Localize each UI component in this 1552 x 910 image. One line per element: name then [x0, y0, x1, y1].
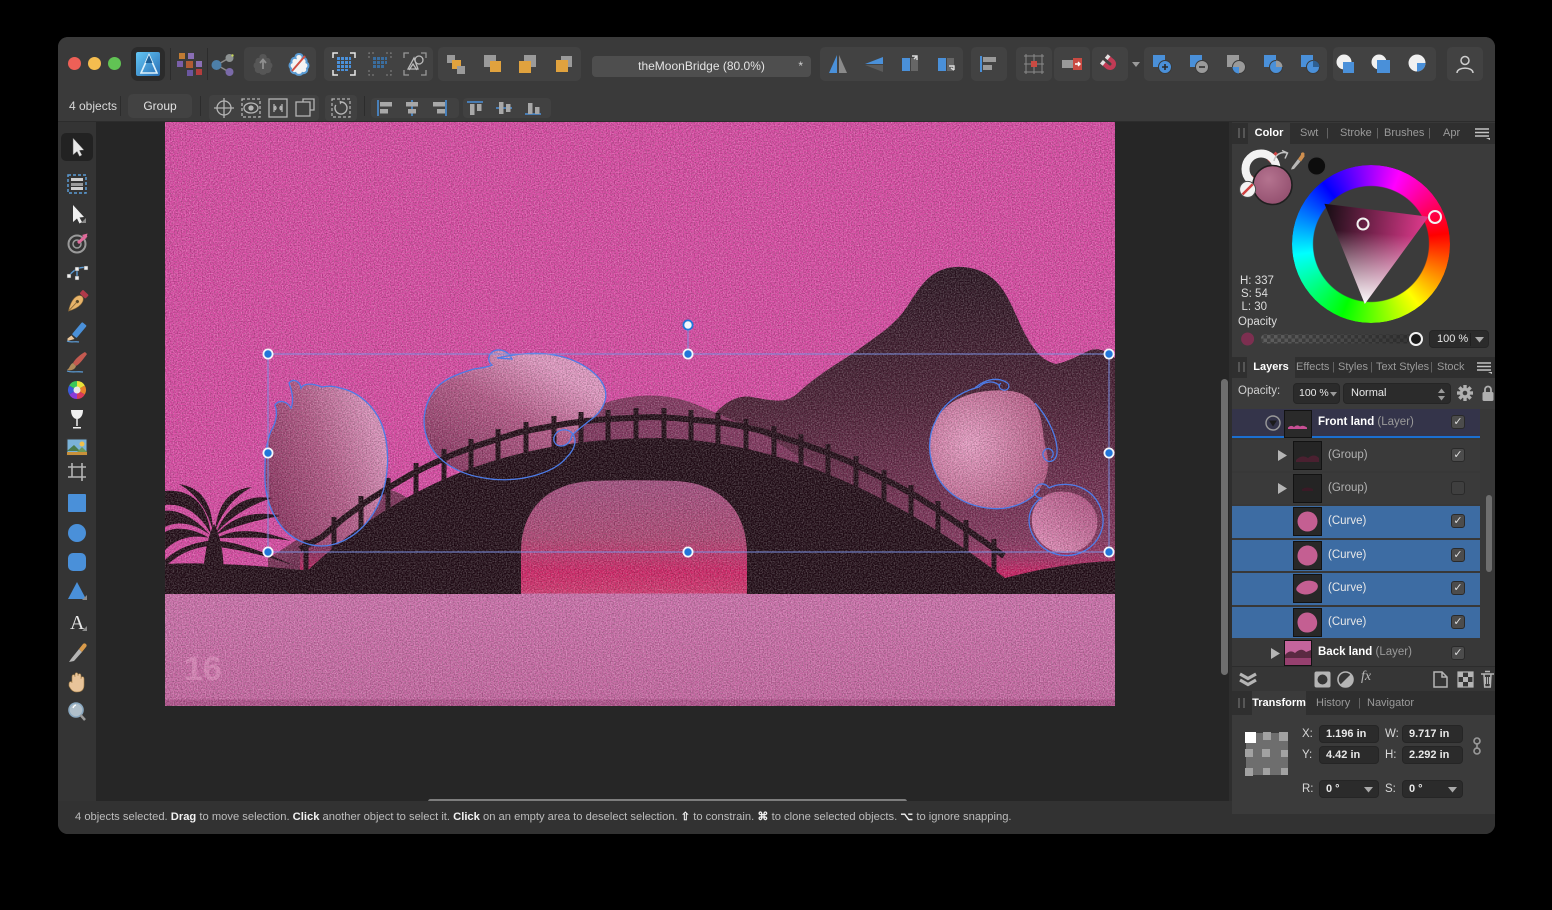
svg-text:16: 16: [184, 650, 222, 688]
